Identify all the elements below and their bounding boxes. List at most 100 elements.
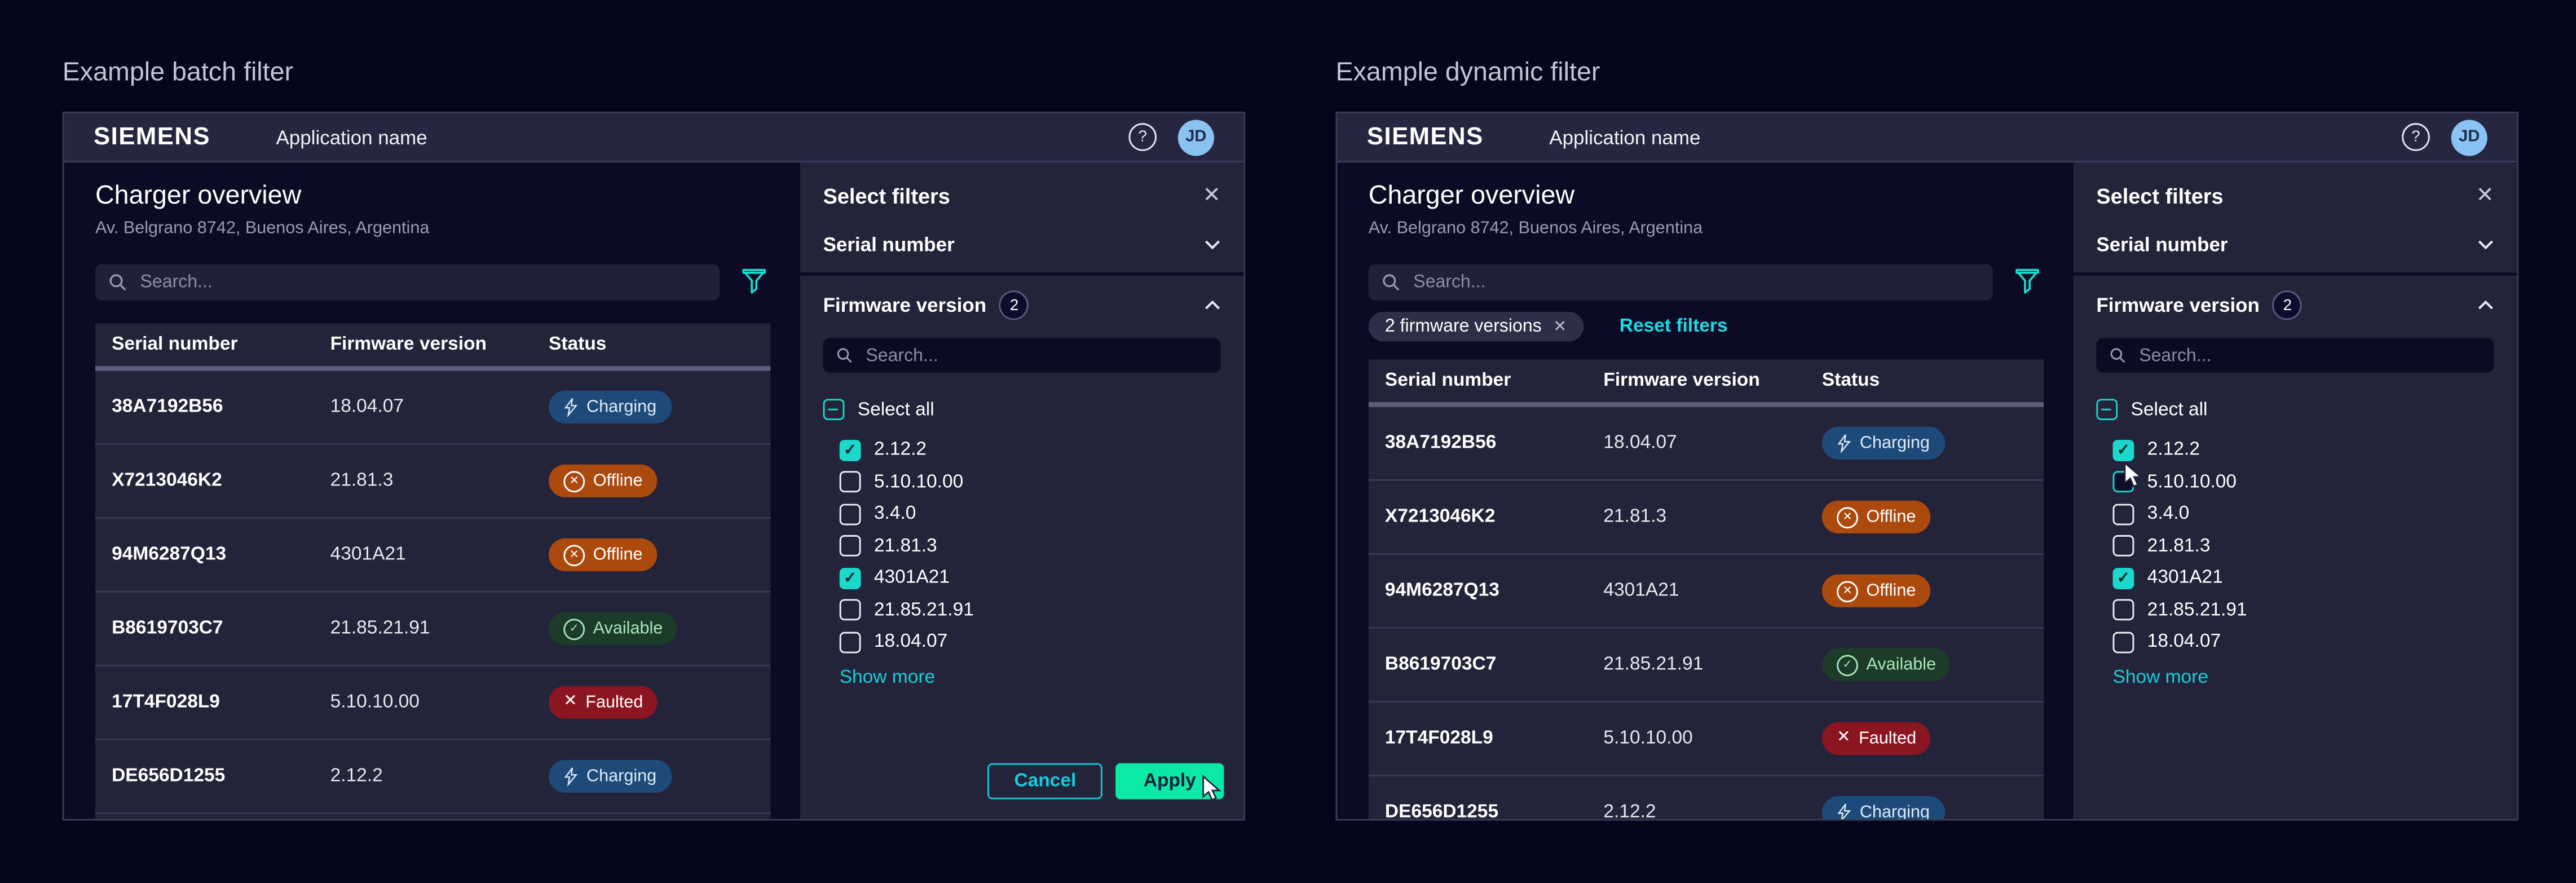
close-icon[interactable]: ✕ [1203, 182, 1221, 209]
filter-option[interactable]: 21.81.3 [2113, 530, 2494, 562]
offline-icon: ✕ [563, 544, 585, 566]
checkbox-unchecked[interactable] [2113, 536, 2134, 557]
filter-option[interactable]: 3.4.0 [840, 498, 1221, 530]
page-title: Charger overview [1369, 182, 1574, 211]
filter-section-serial[interactable]: Serial number [823, 231, 1221, 258]
table-row[interactable]: 94M6287Q13 4301A21 ✕ Offline [1369, 553, 2044, 627]
checkbox-checked[interactable] [840, 567, 861, 589]
page-subtitle: Av. Belgrano 8742, Buenos Aires, Argenti… [95, 218, 429, 238]
select-all-option[interactable]: Select all [823, 394, 1221, 426]
status-badge: Charging [1822, 796, 1944, 819]
filter-option[interactable]: 4301A21 [2113, 562, 2494, 594]
checkbox-unchecked[interactable] [840, 632, 861, 653]
filter-option[interactable]: 18.04.07 [2113, 626, 2494, 658]
table-row-partial [95, 813, 770, 819]
checkbox-unchecked[interactable] [840, 471, 861, 493]
checkbox-checked[interactable] [2113, 567, 2134, 589]
app-window-batch: SIEMENS Application name ? JD Charger ov… [63, 112, 1246, 820]
filter-search[interactable] [2136, 344, 2481, 367]
filter-option[interactable]: 5.10.10.00 [2113, 466, 2494, 498]
filter-section-serial[interactable]: Serial number [2096, 231, 2494, 258]
status-badge: ✕ Faulted [1822, 722, 1931, 755]
table-header-row: Serial number Firmware version Status [1369, 359, 2044, 402]
chip-close-icon[interactable]: ✕ [1553, 317, 1567, 335]
siemens-logo: SIEMENS [94, 123, 210, 151]
table-row[interactable]: X7213046K2 21.81.3 ✕ Offline [1369, 479, 2044, 553]
filter-section-firmware[interactable]: Firmware version 2 [823, 292, 1221, 319]
table-row[interactable]: B8619703C7 21.85.21.91 ✓ Available [95, 591, 770, 665]
table-row[interactable]: 17T4F028L9 5.10.10.00 ✕ Faulted [1369, 701, 2044, 775]
filter-option[interactable]: 2.12.2 [840, 434, 1221, 466]
help-icon[interactable]: ? [1128, 123, 1157, 151]
table-row[interactable]: 17T4F028L9 5.10.10.00 ✕ Faulted [95, 665, 770, 739]
checkbox-unchecked[interactable] [840, 536, 861, 557]
lightning-icon [563, 766, 578, 786]
table-search-input[interactable] [1369, 264, 1993, 301]
avatar[interactable]: JD [1178, 119, 1214, 155]
select-all-option[interactable]: Select all [2096, 394, 2494, 426]
table-row[interactable]: B8619703C7 21.85.21.91 ✓ Available [1369, 627, 2044, 701]
table-row[interactable]: X7213046K2 21.81.3 ✕ Offline [95, 443, 770, 517]
checkbox-checked[interactable] [2113, 439, 2134, 461]
status-badge: Charging [549, 760, 671, 793]
table-row[interactable]: 94M6287Q13 4301A21 ✕ Offline [95, 517, 770, 591]
filter-search[interactable] [863, 344, 1208, 367]
filter-section-firmware[interactable]: Firmware version 2 [2096, 292, 2494, 319]
checkbox-unchecked[interactable] [840, 599, 861, 621]
page-subtitle: Av. Belgrano 8742, Buenos Aires, Argenti… [1369, 218, 1702, 238]
table-row[interactable]: 38A7192B56 18.04.07 Charging [95, 371, 770, 443]
checkbox-unchecked[interactable] [2113, 632, 2134, 653]
app-window-dynamic: SIEMENS Application name ? JD Charger ov… [1336, 112, 2519, 820]
table-row[interactable]: DE656D1255 2.12.2 Charging [1369, 775, 2044, 819]
header-divider [1369, 402, 2044, 407]
checkbox-unchecked[interactable] [840, 504, 861, 525]
filter-option[interactable]: 5.10.10.00 [840, 466, 1221, 498]
filter-panel: Select filters ✕ Serial number Firmware … [800, 162, 1244, 819]
show-more-link[interactable]: Show more [840, 668, 1221, 688]
col-serial: Serial number [1385, 371, 1603, 391]
x-icon: ✕ [563, 694, 577, 710]
search-input[interactable] [1410, 271, 1979, 294]
checkbox-indeterminate[interactable] [2096, 399, 2118, 421]
reset-filters-link[interactable]: Reset filters [1620, 317, 1728, 337]
search-input[interactable] [137, 271, 707, 294]
filter-funnel-icon[interactable] [741, 267, 767, 295]
x-icon: ✕ [1837, 730, 1850, 747]
help-icon[interactable]: ? [2402, 123, 2430, 151]
filter-options: 2.12.2 5.10.10.00 3.4.0 21.81.3 4301A21 … [823, 434, 1221, 658]
checkbox-checked[interactable] [840, 439, 861, 461]
filter-count-badge: 2 [2273, 290, 2302, 320]
table-row[interactable]: DE656D1255 2.12.2 Charging [95, 739, 770, 813]
show-more-link[interactable]: Show more [2113, 668, 2494, 688]
avatar[interactable]: JD [2451, 119, 2487, 155]
charger-table: Serial number Firmware version Status 38… [95, 323, 770, 819]
filter-option[interactable]: 3.4.0 [2113, 498, 2494, 530]
filter-funnel-icon[interactable] [2014, 267, 2041, 295]
check-circle-icon: ✓ [563, 618, 585, 639]
col-status: Status [1822, 371, 2044, 391]
filter-chip[interactable]: 2 firmware versions ✕ [1369, 312, 1583, 341]
filter-search-input[interactable] [823, 338, 1221, 373]
checkbox-indeterminate[interactable] [823, 399, 845, 421]
close-icon[interactable]: ✕ [2476, 182, 2494, 209]
table-header-row: Serial number Firmware version Status [95, 323, 770, 366]
check-circle-icon: ✓ [1837, 654, 1858, 676]
status-badge: Charging [549, 391, 671, 423]
filter-option[interactable]: 2.12.2 [2113, 434, 2494, 466]
cancel-button[interactable]: Cancel [988, 763, 1102, 800]
checkbox-unchecked[interactable] [2113, 599, 2134, 621]
filter-option[interactable]: 21.81.3 [840, 530, 1221, 562]
filter-panel-title: Select filters [823, 183, 950, 208]
siemens-logo: SIEMENS [1367, 123, 1484, 151]
active-filter-chips: 2 firmware versions ✕ Reset filters [1369, 312, 1728, 341]
filter-option[interactable]: 21.85.21.91 [840, 594, 1221, 626]
table-row[interactable]: 38A7192B56 18.04.07 Charging [1369, 407, 2044, 479]
filter-option[interactable]: 4301A21 [840, 562, 1221, 594]
search-icon [836, 346, 853, 364]
filter-search-input[interactable] [2096, 338, 2494, 373]
app-header: SIEMENS Application name ? JD [1337, 113, 2517, 162]
filter-option[interactable]: 21.85.21.91 [2113, 594, 2494, 626]
filter-option[interactable]: 18.04.07 [840, 626, 1221, 658]
table-search-input[interactable] [95, 264, 720, 301]
checkbox-unchecked[interactable] [2113, 504, 2134, 525]
